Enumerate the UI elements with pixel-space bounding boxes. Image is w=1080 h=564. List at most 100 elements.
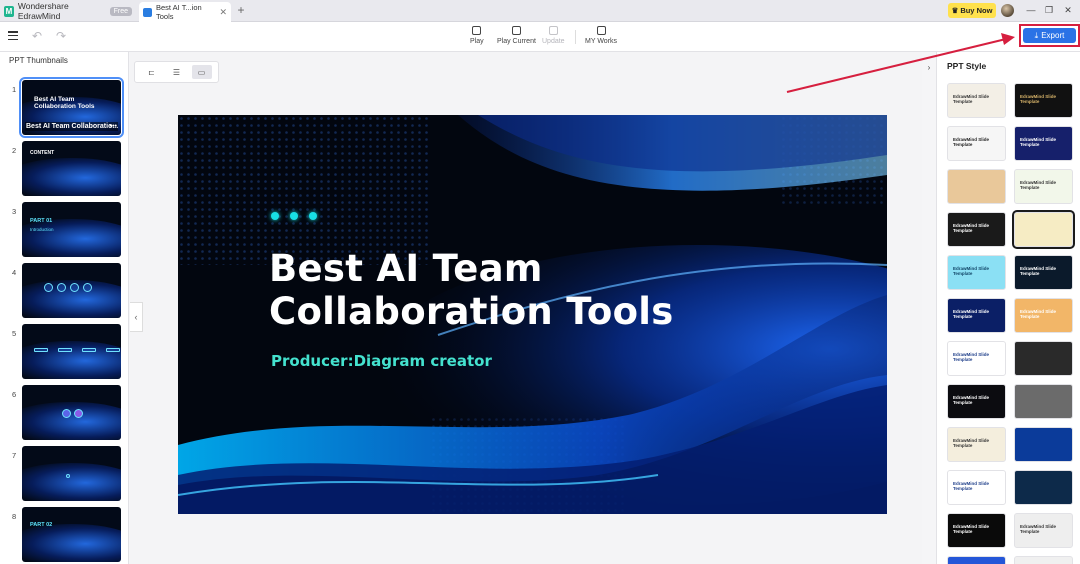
buy-now-button[interactable]: ♛ Buy Now (948, 3, 996, 18)
view-switcher: ⊏ ☰ ▭ (134, 61, 219, 83)
hamburger-menu-icon[interactable] (8, 31, 18, 41)
style-template-label: EdrawMind Slide Template (1020, 524, 1057, 535)
play-icon (472, 26, 482, 35)
style-template-label: EdrawMind Slide Template (953, 94, 990, 105)
mindmap-view-icon[interactable]: ⊏ (142, 65, 162, 79)
style-template-label: EdrawMind Slide Template (953, 438, 990, 449)
style-template-card[interactable]: EdrawMind Slide Template (947, 126, 1006, 161)
thumbnail-diagram (44, 283, 92, 292)
thumbnail-title: PART 02 (30, 522, 53, 528)
style-template-card[interactable]: EdrawMind Slide Template (1014, 298, 1073, 333)
style-template-card[interactable]: EdrawMind Slide Template (947, 427, 1006, 462)
style-template-card[interactable]: EdrawMind Slide Template (947, 83, 1006, 118)
slide-title[interactable]: Best AI Team Collaboration Tools (269, 247, 789, 333)
buy-now-label: Buy Now (960, 6, 993, 15)
thumbnail-slide-2[interactable]: CONTENT (22, 141, 121, 196)
document-tab-label: Best AI T...ion Tools (156, 3, 202, 21)
thumbnail-number: 6 (12, 390, 17, 399)
thumbnail-slide-8[interactable]: PART 02 (22, 507, 121, 562)
thumbnail-slide-6[interactable] (22, 385, 121, 440)
restore-icon[interactable]: ❐ (1042, 3, 1056, 18)
panel-title: PPT Thumbnails (9, 56, 68, 65)
style-template-label: EdrawMind Slide Template (953, 309, 990, 320)
style-template-card[interactable]: EdrawMind Slide Template (947, 513, 1006, 548)
thumbnail-title: Best AI Team Collaboration Tools (34, 96, 95, 111)
style-template-card[interactable] (947, 556, 1006, 564)
style-template-card[interactable]: EdrawMind Slide Template (947, 255, 1006, 290)
style-template-card[interactable] (1014, 556, 1073, 564)
style-template-card[interactable]: EdrawMind Slide Template (1014, 169, 1073, 204)
thumbnail-diagram (62, 409, 83, 418)
edrawmind-logo-icon: M (4, 5, 14, 17)
style-template-card[interactable] (947, 169, 1006, 204)
style-template-card[interactable]: EdrawMind Slide Template (1014, 513, 1073, 548)
thumbnail-slide-4[interactable] (22, 263, 121, 318)
thumbnail-slide-3[interactable]: PART 01 Introduction (22, 202, 121, 257)
my-works-button[interactable]: MY Works (585, 26, 617, 45)
collapse-right-panel-icon[interactable]: › (922, 56, 936, 78)
style-template-card[interactable]: EdrawMind Slide Template (947, 470, 1006, 505)
style-template-label: EdrawMind Slide Template (1020, 180, 1057, 191)
style-template-label: EdrawMind Slide Template (953, 223, 990, 234)
new-tab-button[interactable]: + (234, 3, 248, 18)
redo-icon[interactable]: ↷ (56, 29, 66, 43)
style-template-card[interactable]: EdrawMind Slide Template (947, 298, 1006, 333)
thumbnail-slide-1[interactable]: Best AI Team Collaboration Tools Best AI… (19, 77, 124, 138)
style-template-card[interactable] (1012, 210, 1075, 249)
play-current-icon (511, 26, 521, 35)
collapse-left-panel-icon[interactable]: ‹ (130, 302, 143, 332)
ppt-thumbnails-panel: PPT Thumbnails 1 Best AI Team Collaborat… (0, 52, 129, 564)
play-current-button[interactable]: Play Current (497, 26, 536, 45)
style-template-card[interactable]: EdrawMind Slide Template (1014, 126, 1073, 161)
style-template-label: EdrawMind Slide Template (1020, 309, 1057, 320)
document-tab[interactable]: Best AI T...ion Tools ✕ (139, 2, 231, 22)
thumbnail-number: 8 (12, 512, 17, 521)
app-tab[interactable]: M Wondershare EdrawMind Free (4, 1, 132, 21)
style-template-label: EdrawMind Slide Template (953, 395, 990, 406)
style-template-card[interactable]: EdrawMind Slide Template (947, 384, 1006, 419)
play-button[interactable]: Play (470, 26, 484, 45)
ppt-style-panel: PPT Style EdrawMind Slide Template EdrawM… (936, 52, 1080, 564)
thumbnail-number: 3 (12, 207, 17, 216)
undo-icon[interactable]: ↶ (32, 29, 42, 43)
outline-view-icon[interactable]: ☰ (167, 65, 187, 79)
slide-producer[interactable]: Producer:Diagram creator (271, 352, 492, 370)
export-button[interactable]: ⤓ Export (1023, 28, 1076, 43)
crown-icon: ♛ (951, 6, 959, 15)
style-template-label: EdrawMind Slide Template (953, 266, 990, 277)
minimize-icon[interactable]: — (1024, 3, 1038, 18)
user-avatar[interactable] (1001, 4, 1014, 17)
close-window-icon[interactable]: ✕ (1061, 3, 1075, 18)
update-icon (548, 26, 558, 35)
thumbnail-slide-7[interactable] (22, 446, 121, 501)
style-template-card[interactable] (1014, 384, 1073, 419)
thumbnail-diagram (66, 474, 70, 478)
more-options-icon[interactable]: ••• (110, 123, 117, 130)
toolbar-divider (575, 30, 576, 44)
style-template-card[interactable] (1014, 470, 1073, 505)
update-button[interactable]: Update (542, 26, 565, 45)
style-template-card[interactable]: EdrawMind Slide Template (947, 341, 1006, 376)
thumbnail-slide-5[interactable] (22, 324, 121, 379)
thumbnail-diagram (34, 348, 120, 352)
style-template-card[interactable]: EdrawMind Slide Template (1014, 255, 1073, 290)
style-template-label: EdrawMind Slide Template (953, 524, 990, 535)
ppt-style-title: PPT Style (947, 61, 987, 71)
style-template-label: EdrawMind Slide Template (953, 481, 990, 492)
current-slide[interactable]: Best AI Team Collaboration Tools Produce… (178, 115, 887, 514)
thumbnail-number: 4 (12, 268, 17, 277)
thumbnail-subtitle: Best AI Team Collaboratio... (25, 122, 118, 131)
style-template-label: EdrawMind Slide Template (953, 137, 990, 148)
my-works-icon (596, 26, 606, 35)
play-label: Play (470, 38, 484, 45)
download-icon: ⤓ (1034, 30, 1039, 40)
thumbnail-number: 5 (12, 329, 17, 338)
slide-view-icon[interactable]: ▭ (191, 65, 212, 79)
style-template-card[interactable]: EdrawMind Slide Template (947, 212, 1006, 247)
thumbnail-title: CONTENT (30, 150, 55, 156)
style-template-card[interactable] (1014, 427, 1073, 462)
style-template-card[interactable]: EdrawMind Slide Template (1014, 83, 1073, 118)
app-name: Wondershare EdrawMind (17, 1, 69, 21)
close-tab-icon[interactable]: ✕ (219, 7, 227, 18)
style-template-card[interactable] (1014, 341, 1073, 376)
